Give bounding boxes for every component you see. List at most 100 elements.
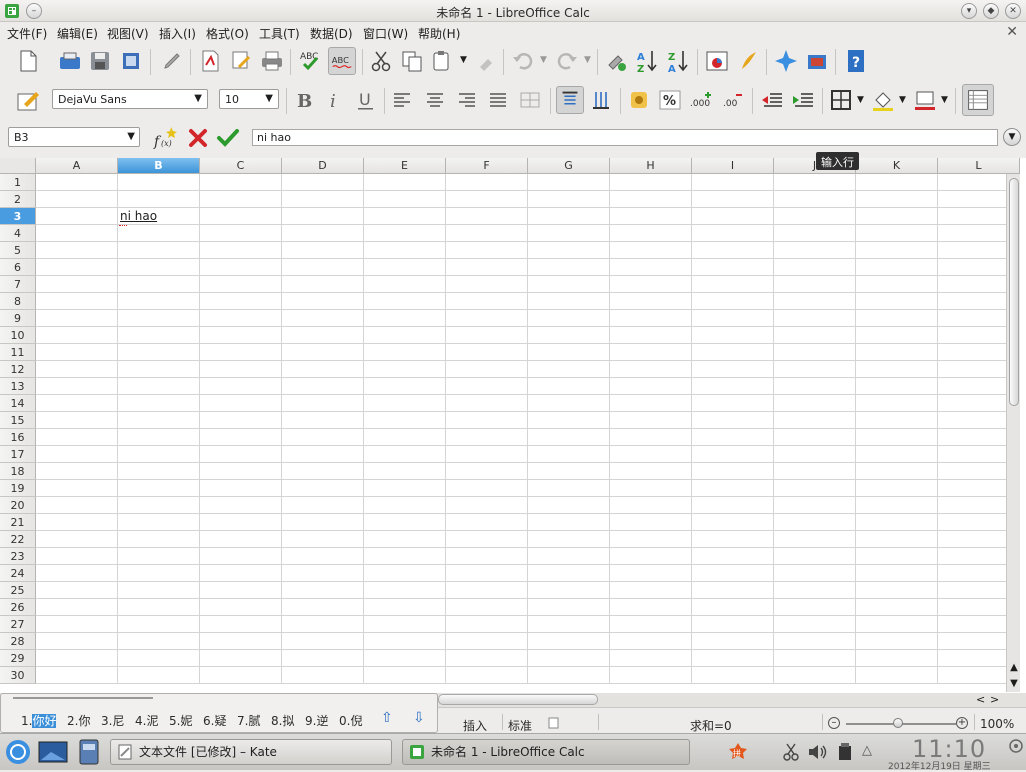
menu-file[interactable]: 文件(F) <box>7 25 47 42</box>
column-header-g[interactable]: G <box>528 158 610 174</box>
row-header-27[interactable]: 27 <box>0 616 36 633</box>
column-header-l[interactable]: L <box>938 158 1020 174</box>
font-color-dropdown-icon[interactable]: ▼ <box>941 95 948 105</box>
align-right-icon[interactable] <box>453 86 481 114</box>
row-header-21[interactable]: 21 <box>0 514 36 531</box>
align-top-icon[interactable] <box>556 86 584 114</box>
row-header-7[interactable]: 7 <box>0 276 36 293</box>
redo-icon[interactable] <box>553 47 581 75</box>
row-header-22[interactable]: 22 <box>0 531 36 548</box>
row-header-13[interactable]: 13 <box>0 378 36 395</box>
save-icon[interactable] <box>86 47 114 75</box>
device-notifier-icon[interactable] <box>835 742 855 762</box>
column-header-b[interactable]: B <box>118 158 200 174</box>
function-wizard-icon[interactable]: f (x) <box>152 124 180 152</box>
close-document-icon[interactable]: ✕ <box>1006 24 1018 40</box>
insert-mode[interactable]: 插入 <box>463 717 487 734</box>
task-libreoffice-calc[interactable]: 未命名 1 - LibreOffice Calc <box>402 739 690 765</box>
row-header-2[interactable]: 2 <box>0 191 36 208</box>
background-color-icon[interactable] <box>869 86 897 114</box>
column-header-k[interactable]: K <box>856 158 938 174</box>
row-header-23[interactable]: 23 <box>0 548 36 565</box>
maximize-button[interactable]: ◆ <box>983 3 999 19</box>
accept-icon[interactable] <box>214 124 242 152</box>
menu-view[interactable]: 视图(V) <box>107 25 149 42</box>
row-header-14[interactable]: 14 <box>0 395 36 412</box>
task-kate[interactable]: 文本文件 [已修改] – Kate <box>110 739 392 765</box>
paste-icon[interactable] <box>428 47 456 75</box>
navigator-icon[interactable] <box>734 47 762 75</box>
ime-candidate[interactable]: 7.腻 <box>237 712 260 729</box>
align-center-icon[interactable] <box>421 86 449 114</box>
kde-start-menu-icon[interactable] <box>4 738 32 766</box>
vertical-scroll-thumb[interactable] <box>1009 178 1019 406</box>
minimize-button[interactable]: ▾ <box>961 3 977 19</box>
column-header-f[interactable]: F <box>446 158 528 174</box>
select-all-corner[interactable] <box>0 158 36 174</box>
merge-cells-icon[interactable] <box>516 86 544 114</box>
spellcheck-icon[interactable]: ABC <box>297 47 325 75</box>
undo-icon[interactable] <box>509 47 537 75</box>
row-header-12[interactable]: 12 <box>0 361 36 378</box>
bold-icon[interactable]: B <box>290 86 318 114</box>
print-preview-icon[interactable] <box>258 47 286 75</box>
paste-dropdown-icon[interactable]: ▼ <box>460 55 467 65</box>
gallery-icon[interactable] <box>803 47 831 75</box>
column-header-i[interactable]: I <box>692 158 774 174</box>
hyperlink-icon[interactable] <box>602 47 630 75</box>
ime-candidate[interactable]: 0.倪 <box>339 712 362 729</box>
percent-format-icon[interactable]: % <box>656 86 684 114</box>
row-header-28[interactable]: 28 <box>0 633 36 650</box>
sidebar-toggle-icon[interactable] <box>962 84 994 116</box>
vertical-scrollbar[interactable]: ▲ ▼ <box>1006 174 1020 692</box>
ime-candidate[interactable]: 3.尼 <box>101 712 124 729</box>
decrease-indent-icon[interactable] <box>758 86 786 114</box>
zoom-in-icon[interactable]: + <box>956 717 968 729</box>
menu-format[interactable]: 格式(O) <box>206 25 249 42</box>
expand-formula-bar-button[interactable]: ▼ <box>1003 128 1021 146</box>
file-manager-icon[interactable] <box>78 738 100 766</box>
zoom-out-icon[interactable]: – <box>828 717 840 729</box>
row-header-29[interactable]: 29 <box>0 650 36 667</box>
scroll-up-arrow-icon[interactable]: ▲ <box>1007 662 1021 673</box>
name-box[interactable]: B3 ▼ <box>8 127 140 147</box>
menu-insert[interactable]: 插入(I) <box>159 25 196 42</box>
align-vertical-center-icon[interactable] <box>587 86 615 114</box>
redo-dropdown-icon[interactable]: ▼ <box>584 55 591 65</box>
new-document-icon[interactable] <box>14 47 42 75</box>
borders-icon[interactable] <box>827 86 855 114</box>
row-header-19[interactable]: 19 <box>0 480 36 497</box>
row-header-8[interactable]: 8 <box>0 293 36 310</box>
menu-help[interactable]: 帮助(H) <box>418 25 460 42</box>
underline-icon[interactable]: U <box>352 86 380 114</box>
ime-candidate[interactable]: 1.你好 <box>21 712 57 729</box>
print-directly-icon[interactable] <box>227 47 255 75</box>
column-header-c[interactable]: C <box>200 158 282 174</box>
help-icon[interactable]: ? <box>842 47 870 75</box>
insert-chart-icon[interactable] <box>703 47 731 75</box>
column-header-a[interactable]: A <box>36 158 118 174</box>
justify-icon[interactable] <box>484 86 512 114</box>
styles-formatting-icon[interactable] <box>14 86 42 114</box>
row-header-5[interactable]: 5 <box>0 242 36 259</box>
ime-pinyin-icon[interactable]: 拼 <box>728 742 748 762</box>
sort-ascending-icon[interactable]: AZ <box>633 47 661 75</box>
ime-candidate[interactable]: 4.泥 <box>135 712 158 729</box>
autospellcheck-icon[interactable]: ABC <box>328 47 356 75</box>
column-header-h[interactable]: H <box>610 158 692 174</box>
sum-value[interactable]: 求和=0 <box>690 717 732 734</box>
row-header-26[interactable]: 26 <box>0 599 36 616</box>
row-header-25[interactable]: 25 <box>0 582 36 599</box>
row-header-3[interactable]: 3 <box>0 208 36 225</box>
menu-edit[interactable]: 编辑(E) <box>57 25 98 42</box>
export-pdf-icon[interactable] <box>196 47 224 75</box>
ime-candidate[interactable]: 5.妮 <box>169 712 192 729</box>
desktop-icon[interactable] <box>38 740 68 764</box>
scroll-left-arrow-icon[interactable]: < <box>976 693 985 706</box>
row-header-4[interactable]: 4 <box>0 225 36 242</box>
sort-descending-icon[interactable]: ZA <box>664 47 692 75</box>
zoom-level[interactable]: 100% <box>980 717 1014 731</box>
spreadsheet-grid[interactable]: ABCDEFGHIJKL 1 2 3 4 5 6 7 8 9 10 11 12 13 14 15 16 17 18… <box>0 158 1026 693</box>
cancel-icon[interactable] <box>184 124 212 152</box>
ime-candidate[interactable]: 6.疑 <box>203 712 226 729</box>
